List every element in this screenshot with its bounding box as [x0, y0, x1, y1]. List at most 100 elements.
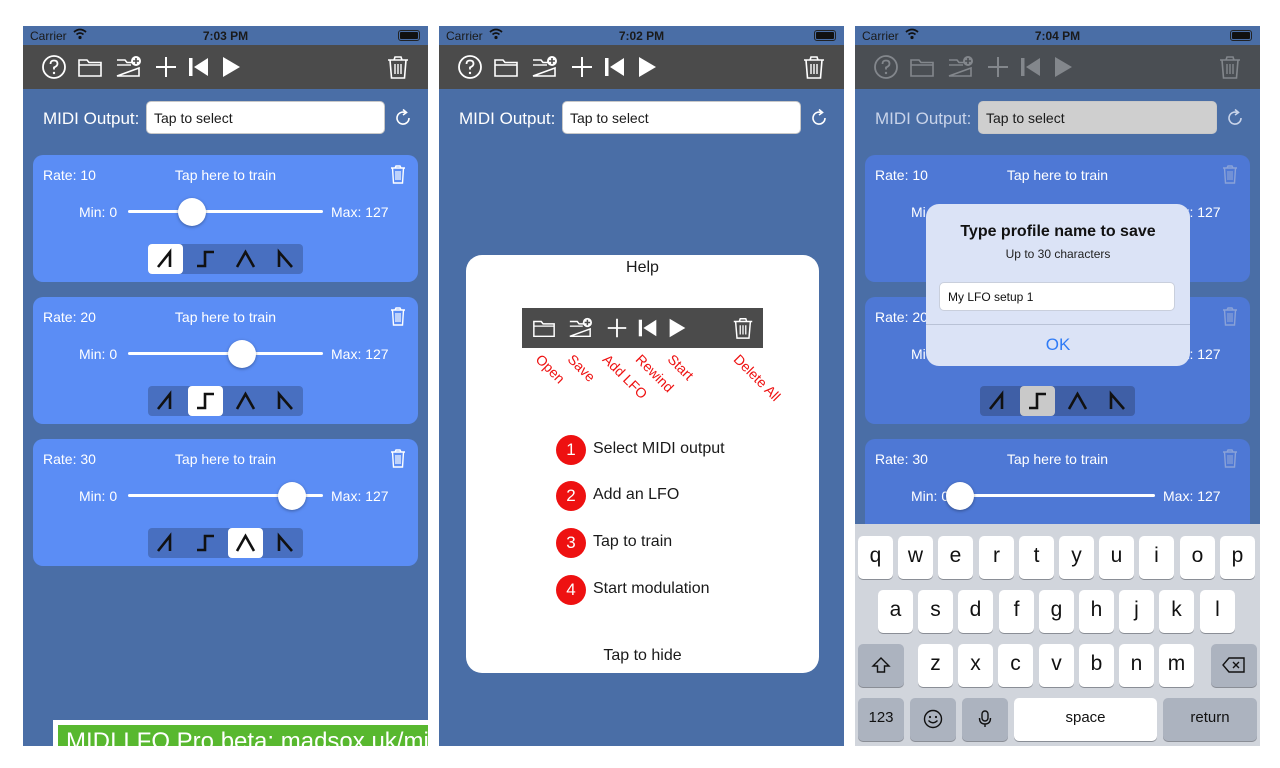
- key-z[interactable]: z: [918, 644, 953, 687]
- key-l[interactable]: l: [1200, 590, 1235, 633]
- triangle-icon[interactable]: [228, 528, 263, 558]
- open-button[interactable]: [77, 54, 103, 80]
- saw-down-icon[interactable]: [268, 386, 303, 416]
- start-button[interactable]: [218, 54, 244, 80]
- key-h[interactable]: h: [1079, 590, 1114, 633]
- triangle-icon[interactable]: [228, 244, 263, 274]
- numbers-key[interactable]: 123: [858, 698, 904, 741]
- refresh-icon[interactable]: [1225, 108, 1245, 128]
- saw-down-icon[interactable]: [1100, 386, 1135, 416]
- help-panel[interactable]: Help Open Save Add LFO Rewind Start Dele…: [466, 255, 819, 673]
- key-a[interactable]: a: [878, 590, 913, 633]
- key-x[interactable]: x: [958, 644, 993, 687]
- microphone-key[interactable]: [962, 698, 1008, 741]
- trash-icon[interactable]: [1221, 164, 1239, 184]
- key-w[interactable]: w: [898, 536, 933, 579]
- key-y[interactable]: y: [1059, 536, 1094, 579]
- key-t[interactable]: t: [1019, 536, 1054, 579]
- saw-up-icon[interactable]: [148, 244, 183, 274]
- key-b[interactable]: b: [1079, 644, 1114, 687]
- key-f[interactable]: f: [999, 590, 1034, 633]
- save-button[interactable]: [531, 54, 557, 80]
- saw-up-icon[interactable]: [980, 386, 1015, 416]
- key-p[interactable]: p: [1220, 536, 1255, 579]
- trash-icon[interactable]: [389, 448, 407, 468]
- train-button[interactable]: Tap here to train: [33, 167, 418, 183]
- key-g[interactable]: g: [1039, 590, 1074, 633]
- backspace-key[interactable]: [1211, 644, 1257, 687]
- saw-up-icon[interactable]: [148, 528, 183, 558]
- space-key[interactable]: space: [1014, 698, 1157, 741]
- delete-all-button[interactable]: [801, 54, 827, 80]
- trash-icon[interactable]: [1221, 448, 1239, 468]
- rewind-button[interactable]: [186, 54, 212, 80]
- delete-all-button[interactable]: [1217, 54, 1243, 80]
- key-m[interactable]: m: [1159, 644, 1194, 687]
- key-u[interactable]: u: [1099, 536, 1134, 579]
- train-button[interactable]: Tap here to train: [865, 167, 1250, 183]
- key-j[interactable]: j: [1119, 590, 1154, 633]
- trash-icon[interactable]: [389, 306, 407, 326]
- min-label: Mi: [911, 204, 926, 220]
- add-lfo-button[interactable]: [153, 54, 179, 80]
- refresh-icon[interactable]: [809, 108, 829, 128]
- play-icon: [1055, 57, 1072, 77]
- train-button[interactable]: Tap here to train: [865, 451, 1250, 467]
- saw-up-icon[interactable]: [148, 386, 183, 416]
- saw-down-icon[interactable]: [268, 244, 303, 274]
- ok-button[interactable]: OK: [926, 335, 1190, 355]
- open-button[interactable]: [493, 54, 519, 80]
- add-lfo-button[interactable]: [569, 54, 595, 80]
- key-v[interactable]: v: [1039, 644, 1074, 687]
- triangle-icon[interactable]: [1060, 386, 1095, 416]
- range-slider-track[interactable]: [128, 352, 323, 355]
- midi-output-field[interactable]: Tap to select: [562, 101, 801, 134]
- midi-output-field[interactable]: Tap to select: [146, 101, 385, 134]
- delete-all-button[interactable]: [385, 54, 411, 80]
- tap-to-hide-button[interactable]: Tap to hide: [466, 647, 819, 665]
- key-o[interactable]: o: [1180, 536, 1215, 579]
- help-button[interactable]: [457, 54, 483, 80]
- open-button[interactable]: [909, 54, 935, 80]
- range-slider-thumb[interactable]: [946, 482, 974, 510]
- midi-output-field[interactable]: Tap to select: [978, 101, 1217, 134]
- key-q[interactable]: q: [858, 536, 893, 579]
- save-button[interactable]: [947, 54, 973, 80]
- rewind-button[interactable]: [1018, 54, 1044, 80]
- key-i[interactable]: i: [1139, 536, 1174, 579]
- shift-key[interactable]: [858, 644, 904, 687]
- emoji-key[interactable]: [910, 698, 956, 741]
- profile-name-input[interactable]: My LFO setup 1: [939, 282, 1175, 311]
- square-icon[interactable]: [1020, 386, 1055, 416]
- key-s[interactable]: s: [918, 590, 953, 633]
- add-lfo-button[interactable]: [985, 54, 1011, 80]
- help-button[interactable]: [873, 54, 899, 80]
- refresh-icon[interactable]: [393, 108, 413, 128]
- trash-icon[interactable]: [1221, 306, 1239, 326]
- square-icon[interactable]: [188, 244, 223, 274]
- key-d[interactable]: d: [958, 590, 993, 633]
- start-button[interactable]: [634, 54, 660, 80]
- square-icon[interactable]: [188, 528, 223, 558]
- start-button[interactable]: [1050, 54, 1076, 80]
- key-e[interactable]: e: [938, 536, 973, 579]
- range-slider-track[interactable]: [128, 210, 323, 213]
- rewind-button[interactable]: [602, 54, 628, 80]
- key-c[interactable]: c: [998, 644, 1033, 687]
- saw-down-icon[interactable]: [268, 528, 303, 558]
- range-slider-track[interactable]: [960, 494, 1155, 497]
- key-r[interactable]: r: [979, 536, 1014, 579]
- return-key[interactable]: return: [1163, 698, 1257, 741]
- save-button[interactable]: [115, 54, 141, 80]
- trash-icon[interactable]: [389, 164, 407, 184]
- range-slider-thumb[interactable]: [278, 482, 306, 510]
- key-n[interactable]: n: [1119, 644, 1154, 687]
- train-button[interactable]: Tap here to train: [33, 451, 418, 467]
- help-button[interactable]: [41, 54, 67, 80]
- range-slider-thumb[interactable]: [178, 198, 206, 226]
- train-button[interactable]: Tap here to train: [33, 309, 418, 325]
- triangle-icon[interactable]: [228, 386, 263, 416]
- range-slider-thumb[interactable]: [228, 340, 256, 368]
- square-icon[interactable]: [188, 386, 223, 416]
- key-k[interactable]: k: [1159, 590, 1194, 633]
